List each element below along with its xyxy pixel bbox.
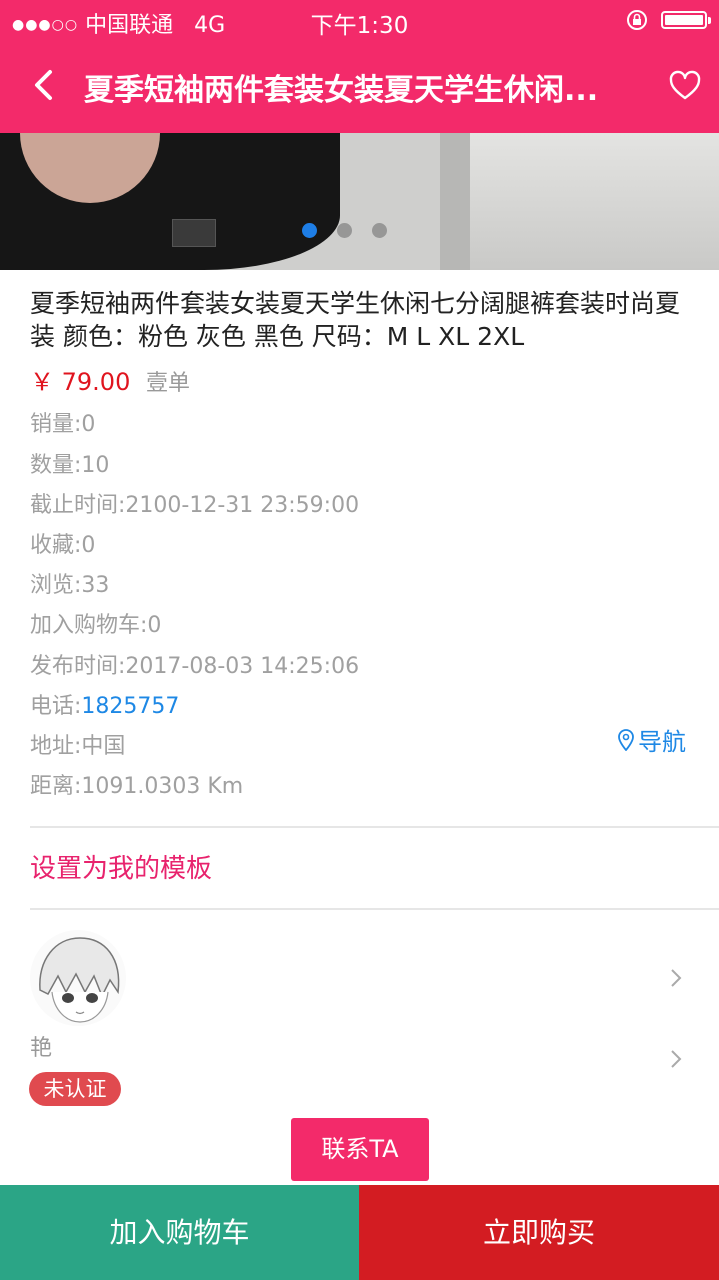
add-to-cart-button[interactable]: 加入购物车	[0, 1185, 359, 1280]
set-as-template-link[interactable]: 设置为我的模板	[30, 848, 212, 885]
view-count: 浏览:33	[30, 573, 110, 598]
divider	[30, 826, 719, 828]
chevron-right-icon[interactable]	[668, 1048, 684, 1070]
favorite-heart-icon[interactable]	[668, 70, 702, 102]
verification-badge: 未认证	[29, 1072, 121, 1106]
price-row: ￥ 79.00 壹单	[30, 362, 190, 397]
carousel-image-background	[465, 133, 719, 270]
divider	[30, 908, 719, 910]
phone-link[interactable]: 1825757	[81, 694, 179, 719]
location-pin-icon	[618, 728, 634, 751]
seller-avatar[interactable]	[30, 930, 126, 1026]
deadline: 截止时间:2100-12-31 23:59:00	[30, 493, 360, 518]
battery-icon	[661, 11, 711, 29]
nav-bar: 夏季短袖两件套装女装夏天学生休闲...	[0, 40, 719, 133]
status-bar: ●●●○○ 中国联通 4G 下午1:30	[0, 0, 719, 40]
page-title: 夏季短袖两件套装女装夏天学生休闲...	[84, 73, 599, 108]
favorite-count: 收藏:0	[30, 533, 96, 558]
address: 地址:中国	[30, 734, 126, 759]
bottom-action-bar: 加入购物车 立即购买	[0, 1185, 719, 1280]
contact-seller-button[interactable]: 联系TA	[291, 1118, 429, 1181]
carousel-image-door	[440, 133, 470, 270]
publish-time: 发布时间:2017-08-03 14:25:06	[30, 654, 360, 679]
carousel-dot[interactable]	[372, 223, 387, 238]
sales-count: 销量:0	[30, 412, 96, 437]
chevron-right-icon[interactable]	[668, 967, 684, 989]
seller-name: 艳	[30, 1036, 53, 1061]
top-bar: ●●●○○ 中国联通 4G 下午1:30 夏季短袖两件套装女装夏天学生休闲...	[0, 0, 719, 133]
carousel-image-shirt-logo	[172, 219, 216, 247]
phone-label: 电话:	[30, 694, 82, 719]
rotation-lock-icon	[627, 10, 647, 30]
buy-now-button[interactable]: 立即购买	[359, 1185, 719, 1280]
product-price: ￥ 79.00	[30, 368, 131, 396]
carousel-dot[interactable]	[302, 223, 317, 238]
navigate-label: 导航	[638, 728, 686, 756]
product-image-carousel[interactable]	[0, 133, 719, 270]
avatar-image	[30, 930, 126, 1026]
stock-quantity: 数量:10	[30, 453, 110, 478]
back-icon[interactable]	[28, 62, 68, 108]
phone-row: 电话:1825757	[30, 688, 179, 720]
distance: 距离:1091.0303 Km	[30, 774, 244, 799]
product-description: 夏季短袖两件套装女装夏天学生休闲七分阔腿裤套装时尚夏装 颜色：粉色 灰色 黑色 …	[30, 289, 681, 351]
status-right	[625, 8, 711, 32]
carousel-pager	[302, 223, 387, 238]
navigate-button[interactable]: 导航	[618, 722, 686, 757]
status-time: 下午1:30	[310, 13, 409, 39]
carousel-dot[interactable]	[337, 223, 352, 238]
price-unit: 壹单	[145, 371, 190, 396]
cart-add-count: 加入购物车:0	[30, 613, 162, 638]
